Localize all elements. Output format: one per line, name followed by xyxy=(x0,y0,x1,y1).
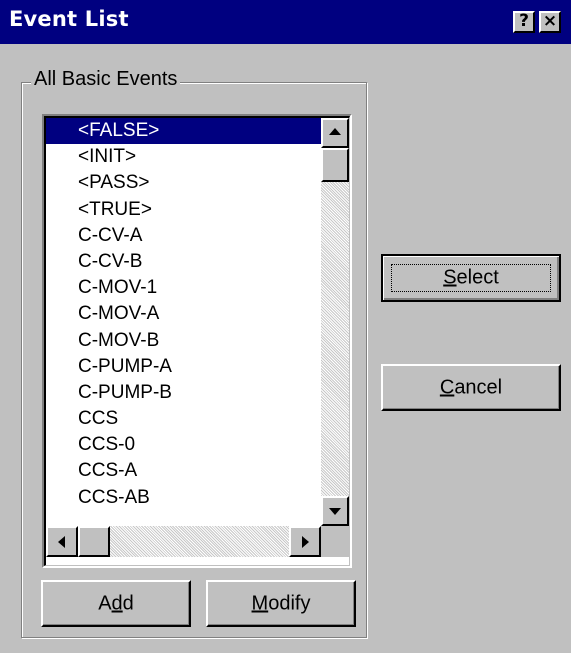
scrollbar-corner xyxy=(321,526,349,557)
event-list-items: <FALSE> <INIT> <PASS> <TRUE> C-CV-A C-CV-B C-M… xyxy=(46,118,321,526)
list-item[interactable]: CCS-A xyxy=(46,458,321,484)
list-item[interactable]: CCS xyxy=(46,406,321,432)
group-label: All Basic Events xyxy=(31,68,181,91)
title-bar[interactable]: Event List ? × xyxy=(0,0,571,44)
modify-button[interactable]: Modify xyxy=(206,580,356,627)
add-button[interactable]: Add xyxy=(41,580,191,627)
arrow-left-icon xyxy=(58,536,65,548)
select-button-label: Select xyxy=(443,266,499,289)
arrow-up-icon xyxy=(329,128,341,135)
list-item[interactable]: CCS-AB xyxy=(46,485,321,511)
question-mark-icon: ? xyxy=(519,11,529,31)
arrow-down-icon xyxy=(329,508,341,515)
scroll-down-button[interactable] xyxy=(321,496,349,526)
horizontal-scroll-thumb[interactable] xyxy=(78,526,110,557)
list-item[interactable]: C-MOV-B xyxy=(46,328,321,354)
list-item[interactable]: C-MOV-1 xyxy=(46,275,321,301)
vertical-scroll-thumb[interactable] xyxy=(321,148,349,182)
modify-button-label: Modify xyxy=(251,592,311,614)
cancel-button[interactable]: Cancel xyxy=(381,364,561,411)
list-item[interactable]: C-CV-A xyxy=(46,223,321,249)
list-item[interactable]: <PASS> xyxy=(46,170,321,196)
list-item[interactable]: CCS-0 xyxy=(46,432,321,458)
close-icon: × xyxy=(542,11,558,31)
list-item[interactable]: <FALSE> xyxy=(46,118,321,145)
list-item[interactable]: <INIT> xyxy=(46,144,321,170)
list-item[interactable]: C-PUMP-B xyxy=(46,380,321,406)
cancel-button-label: Cancel xyxy=(439,376,503,398)
help-button[interactable]: ? xyxy=(513,11,535,33)
scroll-right-button[interactable] xyxy=(289,526,321,557)
scroll-left-button[interactable] xyxy=(46,526,78,557)
window-title: Event List xyxy=(9,7,129,31)
list-item[interactable]: C-MOV-A xyxy=(46,301,321,327)
add-button-label: Add xyxy=(98,592,134,614)
select-button[interactable]: Select xyxy=(381,254,561,302)
list-item[interactable]: <TRUE> xyxy=(46,197,321,223)
scroll-up-button[interactable] xyxy=(321,118,349,148)
close-button[interactable]: × xyxy=(539,11,561,33)
list-item[interactable]: C-CV-B xyxy=(46,249,321,275)
event-list-dialog: Event List ? × All Basic Events <FALSE> <… xyxy=(0,0,574,653)
list-item[interactable]: C-PUMP-A xyxy=(46,354,321,380)
arrow-right-icon xyxy=(302,536,309,548)
